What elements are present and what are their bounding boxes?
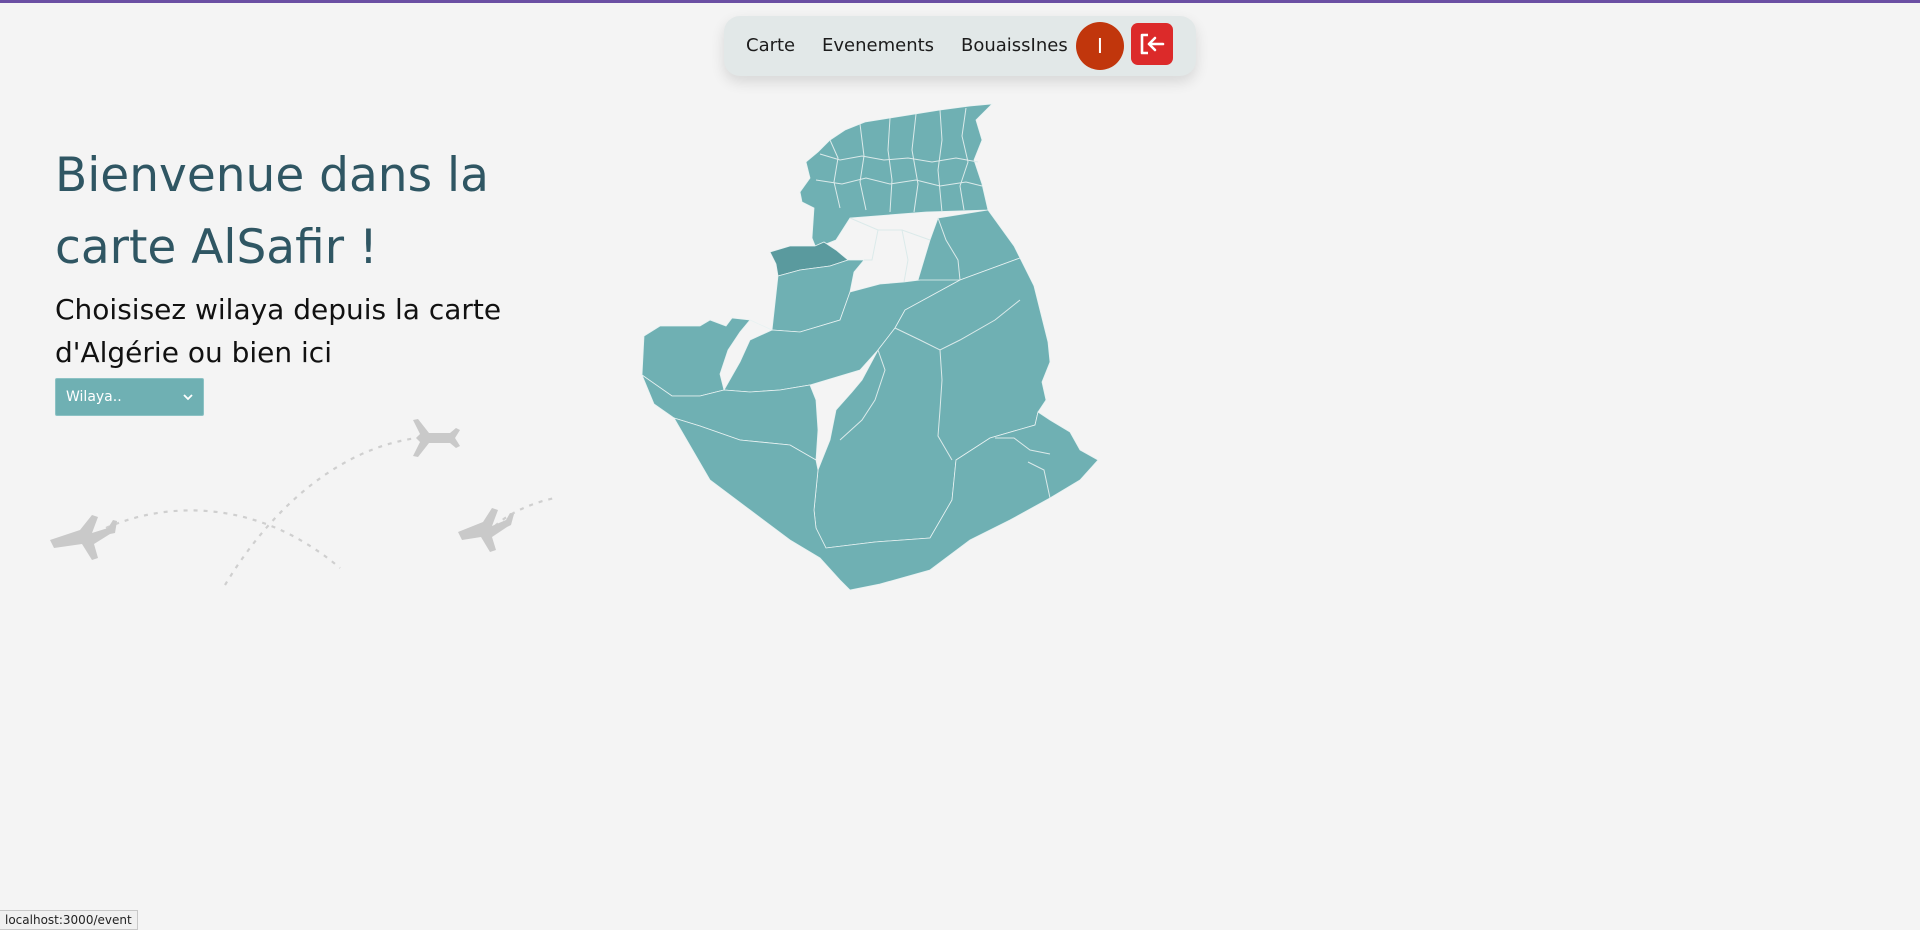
airplane-icon: [458, 508, 514, 552]
nav-link-evenements[interactable]: Evenements: [822, 35, 934, 56]
browser-status-bar: localhost:3000/event: [0, 910, 138, 930]
page-subtitle: Choisisez wilaya depuis la carte d'Algér…: [55, 293, 502, 369]
airplane-icon: [50, 515, 117, 560]
user-avatar[interactable]: I: [1076, 22, 1124, 70]
logout-arrow-icon: [1140, 33, 1165, 55]
algeria-map[interactable]: [640, 100, 1180, 630]
airplanes-illustration: [50, 419, 556, 586]
top-accent-bar: [0, 0, 1920, 3]
avatar-initial: I: [1097, 34, 1103, 58]
airplane-icon: [413, 419, 460, 457]
page-title: Bienvenue dans la carte AlSafir !: [55, 148, 489, 275]
nav-link-carte[interactable]: Carte: [746, 35, 795, 56]
nav-link-bouaissines[interactable]: BouaissInes: [961, 35, 1068, 56]
main-navbar: Carte Evenements BouaissInes I: [724, 16, 1196, 76]
logout-button[interactable]: [1131, 23, 1173, 65]
